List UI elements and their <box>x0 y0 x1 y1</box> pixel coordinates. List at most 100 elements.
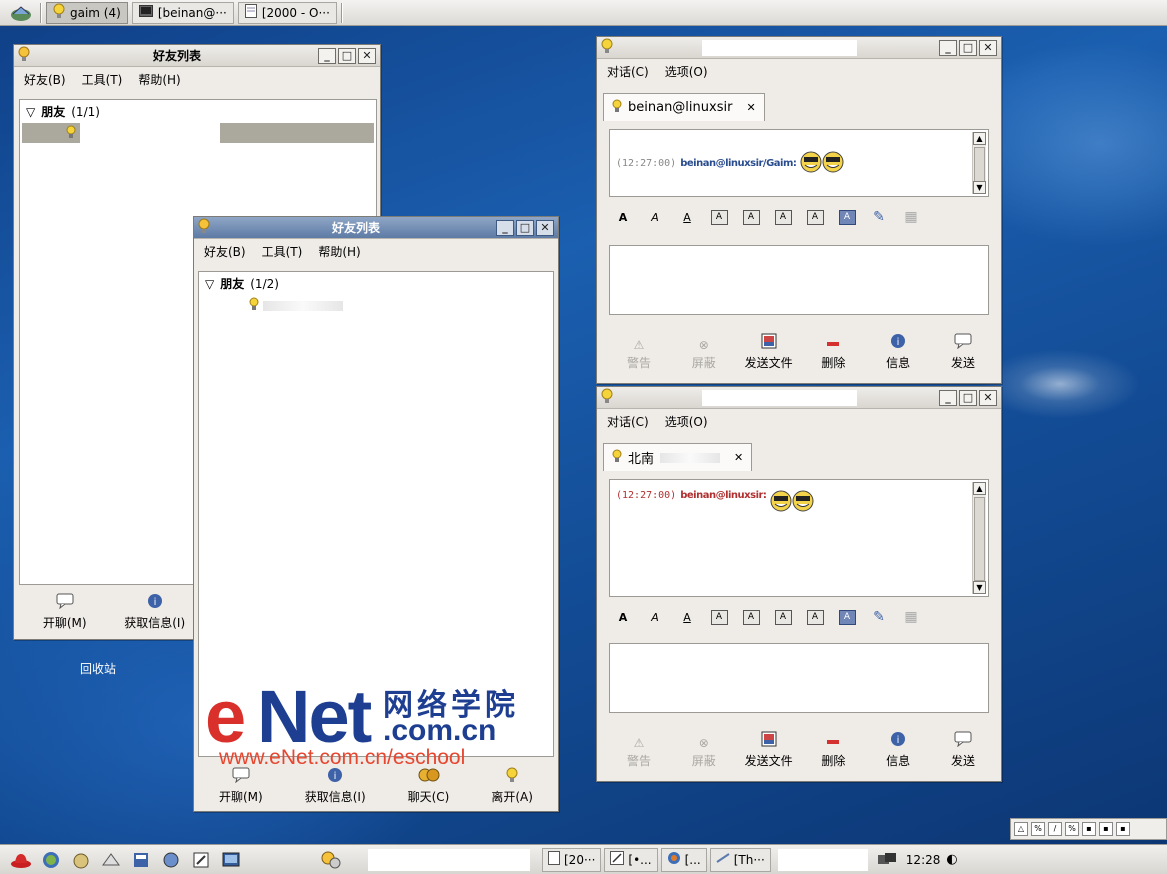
scroll-up-icon[interactable]: ▲ <box>973 482 986 495</box>
group-row[interactable]: ▽ 朋友 (1/1) <box>20 100 376 123</box>
taskbar-item-gaim[interactable]: gaim (4) <box>46 1 128 24</box>
info-button[interactable]: i 信息 <box>868 333 928 371</box>
scroll-down-icon[interactable]: ▼ <box>973 581 986 594</box>
minimize-button[interactable]: _ <box>939 389 957 406</box>
menu-help[interactable]: 帮助(H) <box>318 243 360 260</box>
gaim-launcher-icon[interactable] <box>316 848 346 872</box>
underline-icon[interactable]: A <box>671 611 703 624</box>
message-entry[interactable] <box>609 245 989 315</box>
bold-icon[interactable]: A <box>607 611 639 624</box>
taskbar-item-browser[interactable]: [... <box>660 847 707 872</box>
bold-icon[interactable]: A <box>607 211 639 224</box>
italic-icon[interactable]: A <box>639 611 671 624</box>
menu-conversation[interactable]: 对话(C) <box>607 63 649 80</box>
insert-link-icon[interactable]: ✎ <box>863 209 895 225</box>
minimize-button[interactable]: _ <box>939 39 957 56</box>
menu-buddies[interactable]: 好友(B) <box>204 243 246 260</box>
tray-icon[interactable]: ▪ <box>1082 822 1096 836</box>
scroll-up-icon[interactable]: ▲ <box>973 132 986 145</box>
remove-button[interactable]: 删除 <box>803 338 863 371</box>
taskbar-item-document[interactable]: [2000 - O··· <box>237 1 337 24</box>
tray-icon[interactable]: % <box>1065 822 1079 836</box>
taskbar-item-mail[interactable]: [Th··· <box>709 847 771 872</box>
conversation-log[interactable]: (12:27:00) beinan@linuxsir: ▲ ▼ <box>609 479 989 597</box>
maximize-button[interactable]: □ <box>959 389 977 406</box>
writer-launcher-icon[interactable] <box>126 848 156 872</box>
buddy-row[interactable] <box>199 295 553 314</box>
tab-close-icon[interactable]: ✕ <box>746 101 755 114</box>
warn-button[interactable]: ⚠ 警告 <box>609 736 669 769</box>
conversation-1-titlebar[interactable]: _ □ ✕ <box>597 37 1001 59</box>
taskbar-item-terminal[interactable]: [beinan@··· <box>131 1 234 24</box>
maximize-button[interactable]: □ <box>516 219 534 236</box>
block-button[interactable]: ⊗ 屏蔽 <box>674 736 734 769</box>
insert-image-icon[interactable]: ▦ <box>895 609 927 625</box>
font-face-icon[interactable]: A <box>767 209 799 225</box>
get-info-button[interactable]: i 获取信息(I) <box>124 593 185 631</box>
impress-launcher-icon[interactable] <box>156 848 186 872</box>
menu-tools[interactable]: 工具(T) <box>262 243 303 260</box>
close-button[interactable]: ✕ <box>358 47 376 64</box>
close-button[interactable]: ✕ <box>536 219 554 236</box>
underline-icon[interactable]: A <box>671 211 703 224</box>
network-monitor-icon[interactable] <box>872 848 902 872</box>
background-color-icon[interactable]: A <box>831 609 863 625</box>
buddy-list-2-titlebar[interactable]: 好友列表 _ □ ✕ <box>194 217 558 239</box>
trash-desktop-label[interactable]: 回收站 <box>80 660 116 677</box>
font-larger-icon[interactable]: A <box>703 609 735 625</box>
clock[interactable]: 12:28 <box>906 853 941 867</box>
maximize-button[interactable]: □ <box>338 47 356 64</box>
tray-icon[interactable]: ▪ <box>1099 822 1113 836</box>
send-file-button[interactable]: 发送文件 <box>739 731 799 769</box>
font-larger-icon[interactable]: A <box>703 209 735 225</box>
log-scrollbar[interactable]: ▲ ▼ <box>972 132 986 194</box>
conversation-tab[interactable]: beinan@linuxsir ✕ <box>603 93 765 121</box>
minimize-button[interactable]: _ <box>318 47 336 64</box>
font-face-icon[interactable]: A <box>767 609 799 625</box>
conversation-tab[interactable]: 北南 ✕ <box>603 443 753 471</box>
im-button[interactable]: 开聊(M) <box>43 593 87 631</box>
scroll-down-icon[interactable]: ▼ <box>973 181 986 194</box>
foreground-color-icon[interactable]: A <box>799 609 831 625</box>
taskbar-item-editor[interactable]: [•... <box>604 847 658 872</box>
menu-conversation[interactable]: 对话(C) <box>607 413 649 430</box>
conversation-2-titlebar[interactable]: _ □ ✕ <box>597 387 1001 409</box>
group-row[interactable]: ▽ 朋友 (1/2) <box>199 272 553 295</box>
scroll-thumb[interactable] <box>974 147 985 183</box>
conversation-log[interactable]: (12:27:00) beinan@linuxsir/Gaim: ▲ ▼ <box>609 129 989 197</box>
volume-icon[interactable]: ◐ <box>946 852 957 867</box>
block-button[interactable]: ⊗ 屏蔽 <box>674 338 734 371</box>
font-smaller-icon[interactable]: A <box>735 609 767 625</box>
browser-launcher-icon[interactable] <box>36 848 66 872</box>
warn-button[interactable]: ⚠ 警告 <box>609 338 669 371</box>
log-scrollbar[interactable]: ▲ ▼ <box>972 482 986 594</box>
buddy-list-1-titlebar[interactable]: 好友列表 _ □ ✕ <box>14 45 380 67</box>
expander-icon[interactable]: ▽ <box>26 105 35 119</box>
close-button[interactable]: ✕ <box>979 389 997 406</box>
tray-icon[interactable]: % <box>1031 822 1045 836</box>
tray-icon[interactable]: △ <box>1014 822 1028 836</box>
office-launcher-icon[interactable] <box>96 848 126 872</box>
terminal-launcher-icon[interactable] <box>216 848 246 872</box>
message-entry[interactable] <box>609 643 989 713</box>
background-color-icon[interactable]: A <box>831 209 863 225</box>
insert-image-icon[interactable]: ▦ <box>895 209 927 225</box>
minimize-button[interactable]: _ <box>496 219 514 236</box>
mail-launcher-icon[interactable] <box>66 848 96 872</box>
edit-launcher-icon[interactable] <box>186 848 216 872</box>
menu-tools[interactable]: 工具(T) <box>82 71 123 88</box>
expander-icon[interactable]: ▽ <box>205 277 214 291</box>
menu-options[interactable]: 选项(O) <box>665 63 708 80</box>
selected-buddy-row[interactable] <box>22 123 374 143</box>
redhat-menu-icon[interactable] <box>6 848 36 872</box>
send-button[interactable]: 发送 <box>933 333 993 371</box>
main-menu-icon[interactable] <box>6 3 36 23</box>
tab-close-icon[interactable]: ✕ <box>734 451 743 464</box>
close-button[interactable]: ✕ <box>979 39 997 56</box>
taskbar-item-document[interactable]: [20··· <box>542 847 602 872</box>
menu-help[interactable]: 帮助(H) <box>138 71 180 88</box>
menu-options[interactable]: 选项(O) <box>665 413 708 430</box>
tray-icon[interactable]: / <box>1048 822 1062 836</box>
foreground-color-icon[interactable]: A <box>799 209 831 225</box>
info-button[interactable]: i 信息 <box>868 731 928 769</box>
